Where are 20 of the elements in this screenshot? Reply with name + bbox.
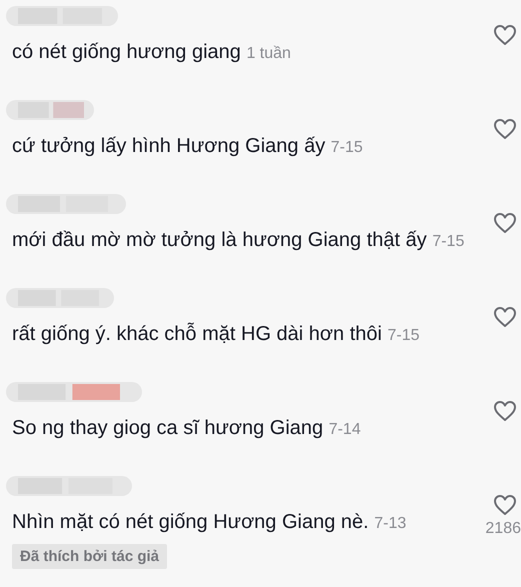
- liked-by-author-badge: Đã thích bởi tác giả: [12, 544, 168, 569]
- comment-text: So ng thay giog ca sĩ hương Giang 7-14: [12, 416, 361, 441]
- comment-time: 7-15: [432, 233, 464, 250]
- comment-time: 7-15: [330, 139, 363, 156]
- comment-time: 7-14: [328, 421, 361, 438]
- comment-text: có nét giống hương giang 1 tuần: [12, 40, 291, 65]
- comment-time: 7-15: [388, 327, 420, 344]
- heart-icon[interactable]: [493, 494, 517, 516]
- comment-text: cứ tưởng lấy hình Hương Giang ấy 7-15: [12, 134, 363, 159]
- heart-icon[interactable]: [493, 306, 517, 328]
- like-count: 2186: [485, 520, 521, 538]
- comment-text: Nhìn mặt có nét giống Hương Giang nè. 7-13: [12, 510, 406, 535]
- comment-time: 1 tuần: [246, 45, 291, 62]
- heart-icon[interactable]: [493, 24, 517, 46]
- comment-text: rất giống ý. khác chỗ mặt HG dài hơn thôi 7-15: [12, 322, 420, 347]
- heart-icon[interactable]: [493, 212, 517, 234]
- comment-time: 7-13: [374, 515, 406, 532]
- heart-icon[interactable]: [493, 400, 517, 422]
- heart-icon[interactable]: [493, 118, 517, 140]
- comment-text: mới đầu mờ mờ tưởng là hương Giang thật ấy 7-15: [12, 228, 464, 253]
